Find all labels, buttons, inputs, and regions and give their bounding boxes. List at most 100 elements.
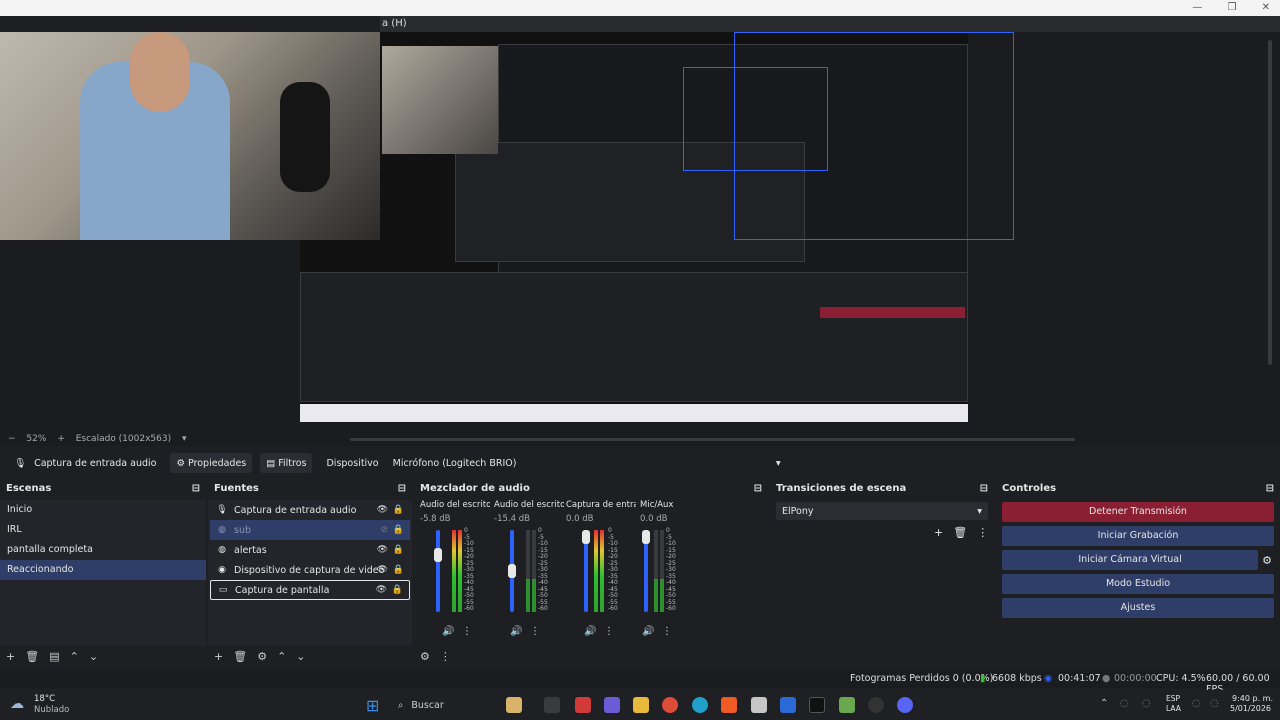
filter-icon[interactable]: ▤ <box>49 650 59 663</box>
start-virtual-camera-button[interactable]: Iniciar Cámara Virtual <box>1002 550 1259 570</box>
lock-icon[interactable]: 🔒 <box>393 505 404 515</box>
volume-knob[interactable] <box>508 564 516 578</box>
eye-icon[interactable]: 👁 <box>377 545 388 555</box>
task-view-icon[interactable] <box>544 697 560 713</box>
lock-icon[interactable]: 🔒 <box>392 585 403 595</box>
lock-icon[interactable]: 🔒 <box>393 545 404 555</box>
minimize-button[interactable]: — <box>1192 2 1202 13</box>
edge-icon[interactable] <box>692 697 708 713</box>
more-icon[interactable]: ⋮ <box>977 526 988 539</box>
dock-float-icon[interactable]: ⊟ <box>980 480 988 498</box>
horizontal-scrollbar[interactable] <box>350 438 1075 441</box>
source-item[interactable]: ◉ Dispositivo de captura de video 👁 🔒 <box>210 560 410 580</box>
language-bottom[interactable]: LAA <box>1166 704 1181 713</box>
device-select[interactable]: Micrófono (Logitech BRIO) ▾ <box>390 454 783 472</box>
speaker-icon[interactable]: 🔊 <box>642 626 654 637</box>
volume-knob[interactable] <box>642 530 650 544</box>
stop-stream-button[interactable]: Detener Transmisión <box>1002 502 1274 522</box>
zoom-out-button[interactable]: − <box>8 434 16 444</box>
trash-icon[interactable]: 🗑 <box>233 650 247 663</box>
eye-icon[interactable]: 👁 <box>377 565 388 575</box>
eye-icon[interactable]: 👁 <box>377 505 388 515</box>
app-icon-green[interactable] <box>839 697 855 713</box>
volume-icon[interactable]: ◌ <box>1210 698 1219 709</box>
add-icon[interactable]: + <box>6 650 15 663</box>
store-icon[interactable] <box>780 697 796 713</box>
dock-float-icon[interactable]: ⊟ <box>754 480 762 498</box>
settings-button[interactable]: Ajustes <box>1002 598 1274 618</box>
dock-float-icon[interactable]: ⊟ <box>398 480 406 498</box>
weather-temp[interactable]: 18°C <box>34 694 55 704</box>
weather-desc[interactable]: Nublado <box>34 705 69 715</box>
studio-mode-button[interactable]: Modo Estudio <box>1002 574 1274 594</box>
close-button[interactable]: ✕ <box>1262 2 1270 13</box>
speaker-icon[interactable]: 🔊 <box>584 626 596 637</box>
chevron-down-icon[interactable]: ▾ <box>182 434 187 444</box>
source-item[interactable]: ◍ alertas 👁 🔒 <box>210 540 410 560</box>
clock-date[interactable]: 5/01/2026 <box>1230 704 1271 713</box>
widgets-icon[interactable] <box>506 697 522 713</box>
scale-label[interactable]: Escalado (1002x563) <box>76 434 171 444</box>
volume-knob[interactable] <box>434 548 442 562</box>
scene-item-inicio[interactable]: Inicio <box>0 500 206 520</box>
language-top[interactable]: ESP <box>1166 694 1180 703</box>
trash-icon[interactable]: 🗑 <box>25 650 39 663</box>
dock-float-icon[interactable]: ⊟ <box>192 480 200 498</box>
discord-icon[interactable] <box>897 697 913 713</box>
source-item[interactable]: ◍ sub ⊘ 🔒 <box>210 520 410 540</box>
taskbar-search[interactable]: ⌕ Buscar <box>392 696 498 714</box>
volume-slider[interactable] <box>436 530 440 612</box>
add-icon[interactable]: + <box>214 650 223 663</box>
zoom-in-button[interactable]: + <box>57 434 65 444</box>
tray-icon[interactable]: ◌ <box>1142 698 1151 709</box>
level-meter <box>452 530 456 612</box>
document-icon[interactable] <box>751 697 767 713</box>
move-up-icon[interactable]: ⌃ <box>277 650 286 663</box>
gear-icon[interactable]: ⚙ <box>257 650 267 663</box>
scene-item-irl[interactable]: IRL <box>0 520 206 540</box>
preview-area[interactable] <box>0 32 1280 432</box>
maximize-button[interactable]: ❐ <box>1227 2 1236 13</box>
lock-icon[interactable]: 🔒 <box>393 565 404 575</box>
vertical-scrollbar[interactable] <box>1268 40 1272 365</box>
speaker-icon[interactable]: 🔊 <box>510 626 522 637</box>
more-icon[interactable]: ⋮ <box>604 626 614 637</box>
properties-button[interactable]: ⚙ Propiedades <box>170 453 253 473</box>
eye-icon[interactable]: 👁 <box>376 585 387 595</box>
clock-time[interactable]: 9:40 p. m. <box>1232 694 1273 703</box>
obs-icon[interactable] <box>868 697 884 713</box>
lock-icon[interactable]: 🔒 <box>393 525 404 535</box>
teams-icon[interactable] <box>604 697 620 713</box>
folder-icon[interactable] <box>633 697 649 713</box>
trash-icon[interactable]: 🗑 <box>953 526 967 539</box>
volume-knob[interactable] <box>582 530 590 544</box>
move-down-icon[interactable]: ⌄ <box>89 650 98 663</box>
transition-select[interactable]: ElPony ▾ <box>776 502 988 520</box>
tray-icon[interactable]: ◌ <box>1120 698 1129 709</box>
source-item[interactable]: 🎙 Captura de entrada audio 👁 🔒 <box>210 500 410 520</box>
dock-float-icon[interactable]: ⊟ <box>1266 480 1274 498</box>
more-icon[interactable]: ⋮ <box>662 626 672 637</box>
brave-icon[interactable] <box>721 697 737 713</box>
chrome-icon[interactable] <box>662 697 678 713</box>
tray-chevron-icon[interactable]: ⌃ <box>1100 698 1108 709</box>
filters-button[interactable]: ▤ Filtros <box>260 453 313 473</box>
eye-hidden-icon[interactable]: ⊘ <box>380 525 388 535</box>
add-icon[interactable]: + <box>934 526 943 539</box>
network-icon[interactable]: ◌ <box>1192 698 1201 709</box>
gear-icon[interactable]: ⚙ <box>1262 554 1272 567</box>
more-icon[interactable]: ⋮ <box>440 650 451 663</box>
move-up-icon[interactable]: ⌃ <box>70 650 79 663</box>
tiktok-icon[interactable] <box>809 697 825 713</box>
scene-item-pantalla-completa[interactable]: pantalla completa <box>0 540 206 560</box>
windows-start-icon[interactable]: ⊞ <box>366 696 379 715</box>
gear-icon[interactable]: ⚙ <box>420 650 430 663</box>
start-recording-button[interactable]: Iniciar Grabación <box>1002 526 1274 546</box>
app-icon-red[interactable] <box>575 697 591 713</box>
speaker-icon[interactable]: 🔊 <box>442 626 454 637</box>
more-icon[interactable]: ⋮ <box>530 626 540 637</box>
scene-item-reaccionando[interactable]: Reaccionando <box>0 560 206 580</box>
more-icon[interactable]: ⋮ <box>462 626 472 637</box>
move-down-icon[interactable]: ⌄ <box>296 650 305 663</box>
source-item[interactable]: ▭ Captura de pantalla 👁 🔒 <box>210 580 410 600</box>
